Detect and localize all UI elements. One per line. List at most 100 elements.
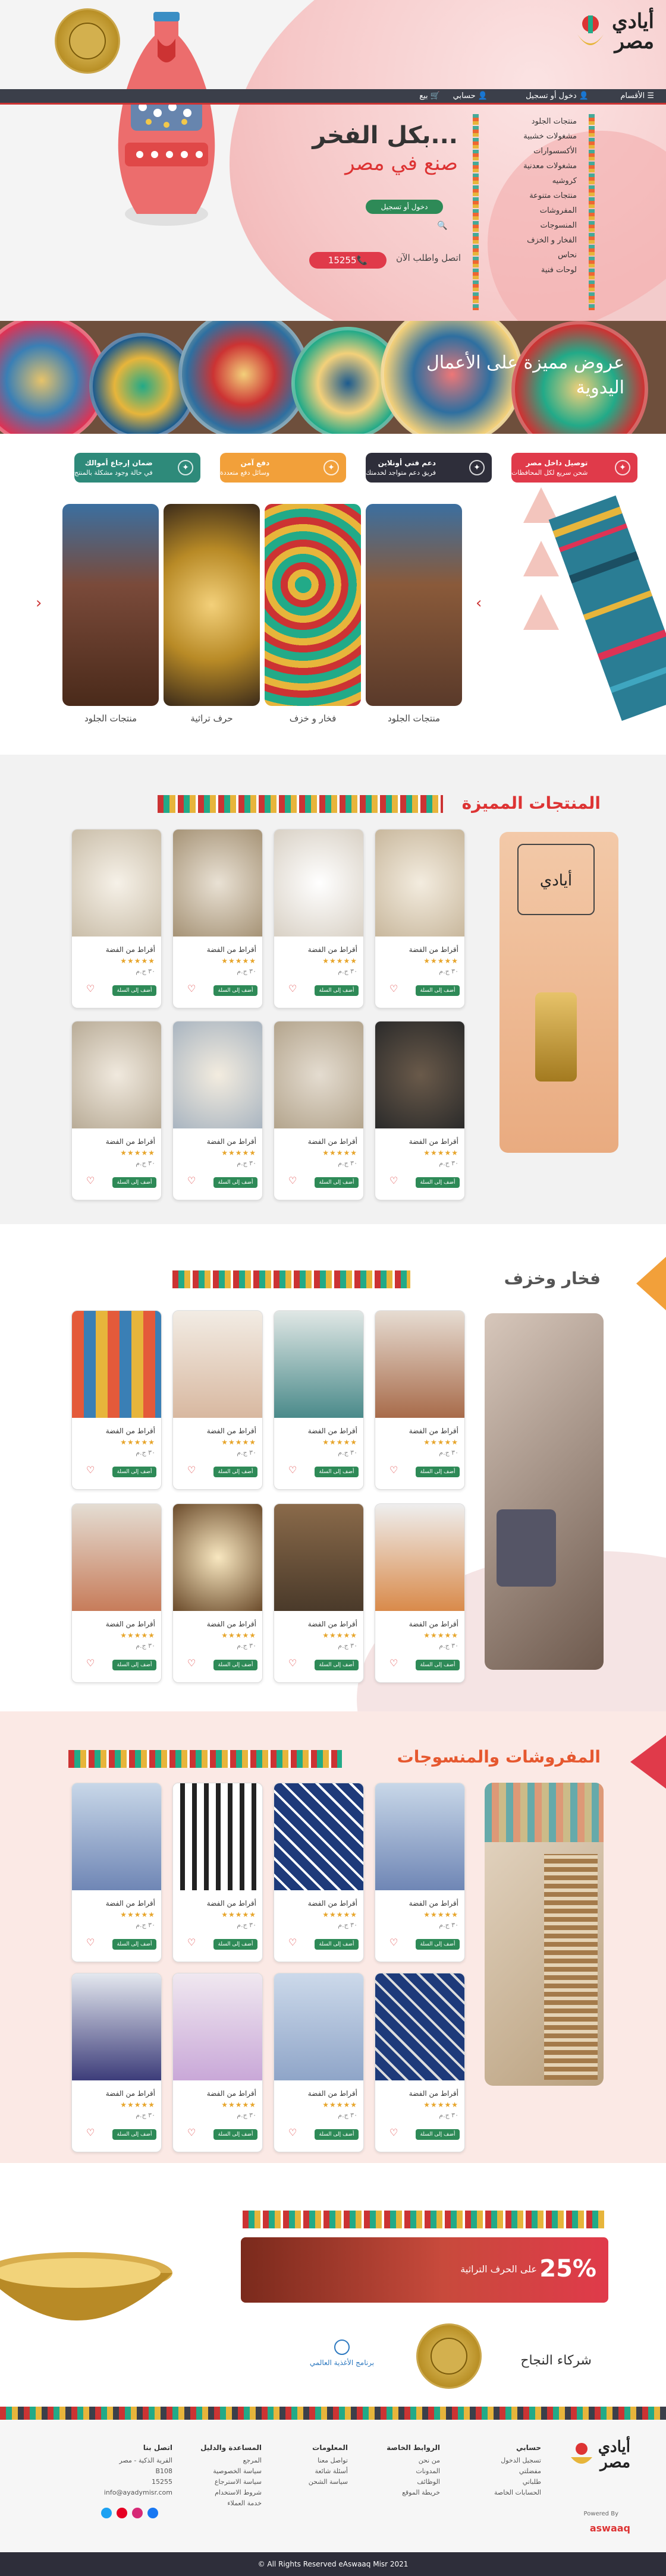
- add-to-cart-button[interactable]: أضف إلى السلة: [416, 2129, 460, 2140]
- add-to-cart-button[interactable]: أضف إلى السلة: [112, 2129, 156, 2140]
- add-to-cart-button[interactable]: أضف إلى السلة: [416, 1660, 460, 1670]
- footer-link[interactable]: الوظائف: [387, 2477, 440, 2487]
- add-to-cart-button[interactable]: أضف إلى السلة: [315, 2129, 359, 2140]
- add-to-cart-button[interactable]: أضف إلى السلة: [213, 1939, 257, 1950]
- facebook-icon[interactable]: [147, 2508, 158, 2518]
- nav-categories[interactable]: ☰ الأقسام: [620, 92, 654, 100]
- footer-link[interactable]: سياسة الخصوصية: [200, 2466, 262, 2477]
- product-title[interactable]: أقراط من الفضة: [308, 1899, 357, 1907]
- product-card[interactable]: أقراط من الفضة ★★★★★ ٣٠ ج.م أضف إلى السلة ♡: [375, 1973, 465, 2152]
- product-image[interactable]: [72, 1021, 161, 1128]
- offers-banner[interactable]: عروض مميزة على الأعمال اليدوية: [0, 321, 666, 434]
- footer-link[interactable]: المرجع: [200, 2455, 262, 2466]
- category-card[interactable]: [265, 504, 361, 706]
- nav-cart[interactable]: 🛒 بيع: [419, 92, 440, 100]
- product-card[interactable]: أقراط من الفضة ★★★★★ ٣٠ ج.م أضف إلى السلة ♡: [172, 829, 263, 1008]
- menu-item[interactable]: مشغولات خشبية: [470, 129, 601, 144]
- footer-link[interactable]: أسئلة شائعة: [309, 2466, 348, 2477]
- heart-icon[interactable]: ♡: [288, 1175, 297, 1186]
- add-to-cart-button[interactable]: أضف إلى السلة: [213, 1177, 257, 1188]
- add-to-cart-button[interactable]: أضف إلى السلة: [315, 1939, 359, 1950]
- product-image[interactable]: [72, 1311, 161, 1418]
- product-card[interactable]: أقراط من الفضة ★★★★★ ٣٠ ج.م أضف إلى السلة ♡: [375, 1021, 465, 1200]
- category-label[interactable]: فخار و خزف: [265, 713, 361, 724]
- product-card[interactable]: أقراط من الفضة ★★★★★ ٣٠ ج.م أضف إلى السلة ♡: [71, 1973, 162, 2152]
- menu-item[interactable]: مشغولات معدنية: [470, 159, 601, 174]
- product-card[interactable]: أقراط من الفضة ★★★★★ ٣٠ ج.م أضف إلى السلة ♡: [274, 1503, 364, 1683]
- product-title[interactable]: أقراط من الفضة: [409, 1427, 458, 1435]
- product-title[interactable]: أقراط من الفضة: [207, 945, 256, 954]
- footer-link[interactable]: B108: [104, 2466, 172, 2477]
- slider-prev-arrow[interactable]: ‹: [36, 594, 42, 612]
- heart-icon[interactable]: ♡: [288, 1464, 297, 1475]
- site-logo[interactable]: أيادي مصر: [573, 11, 654, 52]
- footer-link[interactable]: القرية الذكية - مصر: [104, 2455, 172, 2466]
- instagram-icon[interactable]: [132, 2508, 143, 2518]
- promo-banner[interactable]: 25% على الحرف التراثية: [241, 2237, 608, 2303]
- add-to-cart-button[interactable]: أضف إلى السلة: [112, 1939, 156, 1950]
- product-title[interactable]: أقراط من الفضة: [207, 2089, 256, 2098]
- hero-login-button[interactable]: دخول أو تسجيل: [366, 200, 443, 214]
- product-image[interactable]: [375, 1783, 464, 1890]
- product-title[interactable]: أقراط من الفضة: [207, 1899, 256, 1907]
- product-card[interactable]: أقراط من الفضة ★★★★★ ٣٠ ج.م أضف إلى السلة ♡: [71, 829, 162, 1008]
- heart-icon[interactable]: ♡: [86, 1937, 95, 1948]
- product-image[interactable]: [173, 830, 262, 937]
- add-to-cart-button[interactable]: أضف إلى السلة: [213, 1467, 257, 1477]
- heart-icon[interactable]: ♡: [187, 1175, 196, 1186]
- add-to-cart-button[interactable]: أضف إلى السلة: [315, 1177, 359, 1188]
- product-card[interactable]: أقراط من الفضة ★★★★★ ٣٠ ج.م أضف إلى السلة ♡: [274, 1783, 364, 1962]
- heart-icon[interactable]: ♡: [389, 983, 398, 994]
- twitter-icon[interactable]: [101, 2508, 112, 2518]
- product-title[interactable]: أقراط من الفضة: [207, 1427, 256, 1435]
- footer-link[interactable]: تواصل معنا: [309, 2455, 348, 2466]
- heart-icon[interactable]: ♡: [389, 2127, 398, 2138]
- menu-item[interactable]: نحاس: [470, 248, 601, 263]
- add-to-cart-button[interactable]: أضف إلى السلة: [112, 1660, 156, 1670]
- product-title[interactable]: أقراط من الفضة: [207, 1620, 256, 1628]
- menu-item[interactable]: منتجات الجلود: [470, 114, 601, 129]
- footer-link[interactable]: من نحن: [387, 2455, 440, 2466]
- search-icon[interactable]: 🔍: [437, 221, 447, 231]
- product-title[interactable]: أقراط من الفضة: [106, 1899, 155, 1907]
- product-card[interactable]: أقراط من الفضة ★★★★★ ٣٠ ج.م أضف إلى السلة ♡: [172, 1310, 263, 1490]
- footer-link[interactable]: خدمة العملاء: [200, 2498, 262, 2509]
- product-image[interactable]: [72, 1783, 161, 1890]
- menu-item[interactable]: كروشيه: [470, 174, 601, 188]
- product-title[interactable]: أقراط من الفضة: [409, 1899, 458, 1907]
- footer-logo[interactable]: أيادي مصر: [568, 2439, 630, 2470]
- product-image[interactable]: [375, 1973, 464, 2080]
- product-card[interactable]: أقراط من الفضة ★★★★★ ٣٠ ج.م أضف إلى السلة ♡: [274, 1973, 364, 2152]
- footer-link[interactable]: مفضلتي: [494, 2466, 541, 2477]
- product-card[interactable]: أقراط من الفضة ★★★★★ ٣٠ ج.م أضف إلى السلة ♡: [71, 1783, 162, 1962]
- product-image[interactable]: [274, 1783, 363, 1890]
- add-to-cart-button[interactable]: أضف إلى السلة: [416, 985, 460, 996]
- product-title[interactable]: أقراط من الفضة: [308, 1427, 357, 1435]
- product-card[interactable]: أقراط من الفضة ★★★★★ ٣٠ ج.م أضف إلى السلة ♡: [274, 829, 364, 1008]
- product-card[interactable]: أقراط من الفضة ★★★★★ ٣٠ ج.م أضف إلى السلة ♡: [375, 1310, 465, 1490]
- heart-icon[interactable]: ♡: [86, 1464, 95, 1475]
- slider-next-arrow[interactable]: ›: [476, 594, 482, 612]
- product-card[interactable]: أقراط من الفضة ★★★★★ ٣٠ ج.م أضف إلى السلة ♡: [71, 1503, 162, 1683]
- footer-link[interactable]: 15255: [104, 2477, 172, 2487]
- product-image[interactable]: [72, 830, 161, 937]
- product-title[interactable]: أقراط من الفضة: [409, 945, 458, 954]
- category-label[interactable]: منتجات الجلود: [62, 713, 159, 724]
- heart-icon[interactable]: ♡: [389, 1175, 398, 1186]
- heart-icon[interactable]: ♡: [86, 1657, 95, 1669]
- product-image[interactable]: [72, 1973, 161, 2080]
- heart-icon[interactable]: ♡: [187, 1657, 196, 1669]
- product-title[interactable]: أقراط من الفضة: [106, 2089, 155, 2098]
- heart-icon[interactable]: ♡: [187, 983, 196, 994]
- footer-link[interactable]: سياسة الاسترجاع: [200, 2477, 262, 2487]
- heart-icon[interactable]: ♡: [389, 1937, 398, 1948]
- featured-side-image[interactable]: أيادي: [500, 832, 618, 1153]
- product-image[interactable]: [375, 1021, 464, 1128]
- heart-icon[interactable]: ♡: [288, 1657, 297, 1669]
- product-card[interactable]: أقراط من الفضة ★★★★★ ٣٠ ج.م أضف إلى السلة ♡: [274, 1310, 364, 1490]
- nav-login[interactable]: 👤 دخول أو تسجيل: [526, 92, 589, 100]
- menu-item[interactable]: منتجات متنوعة: [470, 188, 601, 203]
- menu-item[interactable]: المفروشات: [470, 203, 601, 218]
- category-label[interactable]: حرف تراثية: [164, 713, 260, 724]
- heart-icon[interactable]: ♡: [288, 1937, 297, 1948]
